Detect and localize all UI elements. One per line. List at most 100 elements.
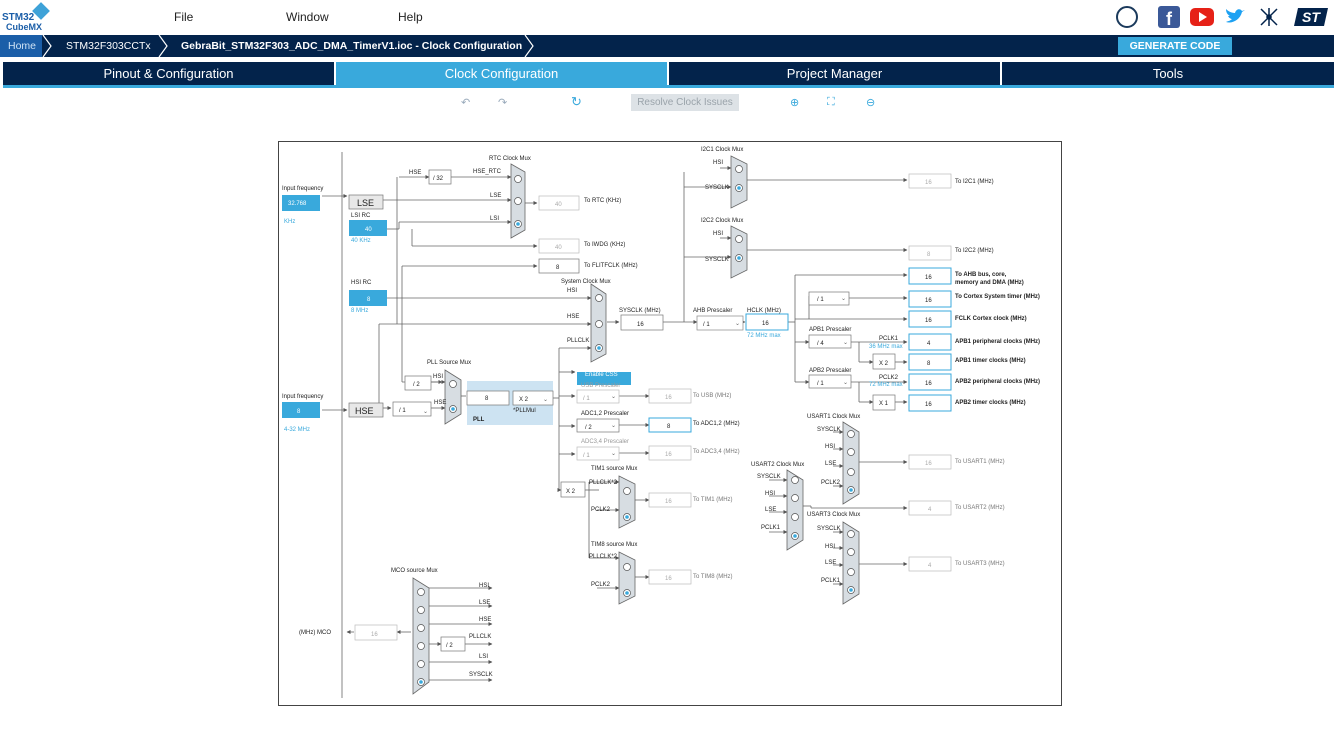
- mco-hse-label: HSE: [479, 617, 491, 623]
- pll-mul-label: *PLLMul: [513, 408, 536, 414]
- pll-source-mux-label: PLL Source Mux: [427, 360, 471, 366]
- chevron-right-icon: [158, 35, 168, 57]
- sysclk-value: 16: [637, 322, 644, 328]
- pll-hse-divider-select[interactable]: / 1: [399, 408, 406, 414]
- facebook-icon[interactable]: f: [1158, 6, 1180, 29]
- adc12-prescaler-select[interactable]: / 2: [585, 425, 592, 431]
- i2c2-mux-label: I2C2 Clock Mux: [701, 218, 743, 224]
- refresh-icon[interactable]: ↻: [571, 94, 582, 110]
- undo-icon[interactable]: ↶: [461, 96, 470, 109]
- svg-text:⌄: ⌄: [543, 397, 548, 403]
- usart1-mux-label: USART1 Clock Mux: [807, 414, 860, 420]
- sysmux-hse-label: HSE: [567, 314, 579, 320]
- apb1-peripheral-label: APB1 peripheral clocks (MHz): [955, 339, 1040, 345]
- rtc-mux-label: RTC Clock Mux: [489, 156, 531, 162]
- breadcrumb-project[interactable]: GebraBit_STM32F303_ADC_DMA_TimerV1.ioc -…: [181, 35, 522, 57]
- sysmux-pllclk-label: PLLCLK: [567, 338, 589, 344]
- apb1-prescaler-select[interactable]: / 4: [817, 341, 824, 347]
- logo-line2: CubeMX: [6, 22, 42, 32]
- tim8-pclk2-label: PCLK2: [591, 582, 611, 588]
- lse-oscillator[interactable]: LSE: [357, 198, 374, 208]
- twitter-icon[interactable]: [1224, 6, 1246, 28]
- adc34-output-label: To ADC3,4 (MHz): [693, 449, 740, 455]
- usart3-output-label: To USART3 (MHz): [955, 561, 1005, 567]
- anniversary-icon[interactable]: [1116, 6, 1138, 28]
- tab-project-manager[interactable]: Project Manager: [669, 62, 1000, 85]
- pll-hsi-divider[interactable]: / 2: [413, 382, 420, 388]
- usart3-hsi-label: HSI: [825, 544, 835, 550]
- svg-text:⌄: ⌄: [735, 321, 740, 327]
- lsi-unit: 40 KHz: [351, 238, 371, 244]
- redo-icon[interactable]: ↷: [498, 96, 507, 109]
- mco-pll-divider[interactable]: / 2: [446, 643, 453, 649]
- svg-text:⌄: ⌄: [841, 296, 846, 302]
- usb-prescaler-select[interactable]: / 1: [583, 396, 590, 402]
- ahb-prescaler-label: AHB Prescaler: [693, 308, 732, 314]
- cortex-timer-divider-select[interactable]: / 1: [817, 297, 824, 303]
- hse-oscillator[interactable]: HSE: [355, 406, 374, 416]
- menu-window[interactable]: Window: [286, 10, 329, 24]
- tab-tools[interactable]: Tools: [1002, 62, 1334, 85]
- tim1-pclk2-label: PCLK2: [591, 507, 611, 513]
- usart2-hsi-label: HSI: [765, 491, 775, 497]
- st-logo-icon: ST: [1294, 6, 1330, 28]
- system-clock-mux-label: System Clock Mux: [561, 279, 611, 285]
- usb-prescaler-label: USB Prescaler: [581, 383, 620, 389]
- enable-css-button[interactable]: Enable CSS: [585, 372, 618, 378]
- zoom-in-icon[interactable]: ⊕: [790, 96, 799, 109]
- usart1-value: 16: [925, 461, 932, 467]
- svg-text:ST: ST: [1302, 9, 1321, 25]
- tim1-output-label: To TIM1 (MHz): [693, 497, 733, 503]
- network-icon[interactable]: [1258, 6, 1280, 28]
- usart1-lse-label: LSE: [825, 461, 836, 467]
- generate-code-button[interactable]: GENERATE CODE: [1118, 37, 1232, 55]
- pclk1-max: 36 MHz max: [869, 344, 903, 350]
- usart2-pclk1-label: PCLK1: [761, 525, 781, 531]
- adc34-prescaler-select[interactable]: / 1: [583, 453, 590, 459]
- pll-hse-label: HSE: [434, 400, 446, 406]
- pll-hsi-label: HSI: [433, 374, 443, 380]
- hclk-input[interactable]: 16: [762, 321, 769, 327]
- i2c1-sysclk-label: SYSCLK: [705, 185, 729, 191]
- adc12-output-label: To ADC1,2 (MHz): [693, 421, 740, 427]
- mco-output-label: (MHz) MCO: [299, 630, 331, 636]
- tim8-value: 16: [665, 576, 672, 582]
- usart2-lse-label: LSE: [765, 507, 776, 513]
- apb2-prescaler-select[interactable]: / 1: [817, 381, 824, 387]
- breadcrumb-home[interactable]: Home: [8, 35, 36, 57]
- youtube-icon[interactable]: [1190, 8, 1214, 26]
- cube-icon: [32, 2, 50, 20]
- fclk-label: FCLK Cortex clock (MHz): [955, 316, 1027, 322]
- mco-sysclk-label: SYSCLK: [469, 672, 493, 678]
- mco-hsi-label: HSI: [479, 583, 489, 589]
- apb2-timer-value: 16: [925, 402, 932, 408]
- top-bar: STM32 CubeMX File Window Help f ST: [0, 0, 1334, 34]
- menu-file[interactable]: File: [174, 10, 193, 24]
- pll-source-mux: [444, 369, 462, 425]
- mco-mux-label: MCO source Mux: [391, 568, 438, 574]
- tab-pinout-configuration[interactable]: Pinout & Configuration: [3, 62, 334, 85]
- menu-help[interactable]: Help: [398, 10, 423, 24]
- svg-text:⌄: ⌄: [423, 409, 428, 415]
- resolve-clock-issues-button[interactable]: Resolve Clock Issues: [631, 94, 739, 111]
- zoom-out-icon[interactable]: ⊖: [866, 96, 875, 109]
- lse-unit: KHz: [284, 219, 295, 225]
- breadcrumb-device[interactable]: STM32F303CCTx: [66, 35, 151, 57]
- usart3-pclk1-label: PCLK1: [821, 578, 841, 584]
- usart2-mux-label: USART2 Clock Mux: [751, 462, 804, 468]
- ahb-prescaler-select[interactable]: / 1: [703, 322, 710, 328]
- i2c1-value: 16: [925, 180, 932, 186]
- adc12-prescaler-label: ADC1,2 Prescaler: [581, 411, 629, 417]
- lse-frequency-input[interactable]: 32.768: [288, 201, 307, 207]
- rtc-lse-label: LSE: [490, 193, 501, 199]
- apb1-timer-label: APB1 timer clocks (MHz): [955, 358, 1026, 364]
- fit-screen-icon[interactable]: ⛶: [827, 96, 835, 109]
- tim8-mux-label: TIM8 source Mux: [591, 542, 637, 548]
- rtc-value: 40: [555, 202, 562, 208]
- svg-text:⌄: ⌄: [611, 451, 616, 457]
- svg-text:⌄: ⌄: [843, 380, 848, 386]
- tab-clock-configuration[interactable]: Clock Configuration: [336, 62, 667, 85]
- hsi-unit: 8 MHz: [351, 308, 368, 314]
- hse-rtc-divider[interactable]: / 32: [433, 176, 444, 182]
- pll-multiplier-select[interactable]: X 2: [519, 397, 529, 403]
